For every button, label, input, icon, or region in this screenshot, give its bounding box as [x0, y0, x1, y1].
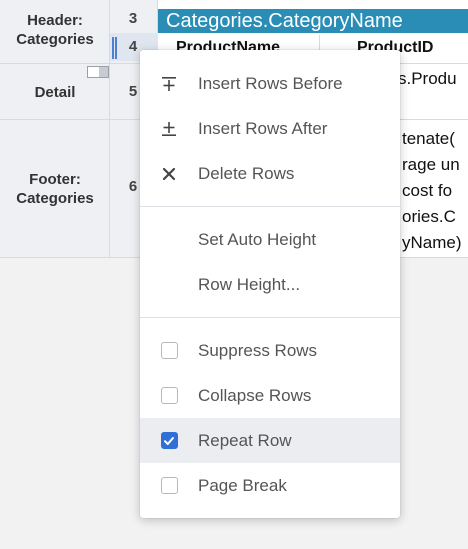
menu-item-set-auto-height[interactable]: Set Auto Height — [140, 217, 400, 262]
menu-item-label: Repeat Row — [198, 430, 292, 450]
row-context-menu: Insert Rows Before Insert Rows After Del… — [140, 50, 400, 518]
footer-cell-line: ories.C — [402, 207, 456, 226]
menu-item-label: Suppress Rows — [198, 340, 318, 360]
report-designer: Header: Categories Detail Footer: Categori… — [0, 0, 468, 549]
menu-item-label: Page Break — [198, 475, 287, 495]
footer-cell-line: yName) — [402, 233, 462, 252]
menu-item-collapse-rows[interactable]: Collapse Rows — [140, 373, 400, 418]
menu-item-delete-rows[interactable]: Delete Rows — [140, 151, 400, 196]
menu-separator — [140, 206, 400, 207]
row-number-3[interactable]: 3 — [118, 10, 148, 27]
checkbox-unchecked-icon[interactable] — [160, 342, 178, 359]
footer-cell-line: rage un — [402, 155, 460, 174]
insert-before-icon — [140, 76, 198, 92]
row-selection-marker — [112, 37, 117, 59]
menu-item-label: Insert Rows After — [198, 118, 328, 138]
close-icon — [140, 167, 198, 181]
footer-cell-line: tenate( — [402, 129, 455, 148]
checkbox-checked-icon[interactable] — [160, 432, 178, 449]
menu-item-label: Row Height... — [198, 274, 301, 294]
detail-cell-text[interactable]: s.Produ — [398, 66, 457, 92]
band-detail[interactable]: Detail — [0, 83, 110, 102]
menu-item-label: Collapse Rows — [198, 385, 312, 405]
footer-cell-line: cost fo — [402, 181, 453, 200]
menu-item-row-height[interactable]: Row Height... — [140, 262, 400, 307]
menu-item-label: Delete Rows — [198, 163, 295, 183]
menu-item-insert-rows-after[interactable]: Insert Rows After — [140, 106, 400, 151]
menu-item-insert-rows-before[interactable]: Insert Rows Before — [140, 61, 400, 106]
menu-item-repeat-row[interactable]: Repeat Row — [140, 418, 400, 463]
menu-item-suppress-rows[interactable]: Suppress Rows — [140, 328, 400, 373]
category-name-cell[interactable]: Categories.CategoryName — [158, 9, 468, 33]
menu-separator — [140, 317, 400, 318]
menu-item-label: Insert Rows Before — [198, 73, 343, 93]
band-header-categories[interactable]: Header: Categories — [0, 11, 110, 49]
insert-after-icon — [140, 121, 198, 137]
band-collapse-icon[interactable] — [87, 66, 109, 78]
checkbox-unchecked-icon[interactable] — [160, 477, 178, 494]
band-footer-categories[interactable]: Footer: Categories — [0, 170, 110, 208]
menu-item-label: Set Auto Height — [198, 229, 317, 249]
menu-item-page-break[interactable]: Page Break — [140, 463, 400, 508]
checkbox-unchecked-icon[interactable] — [160, 387, 178, 404]
